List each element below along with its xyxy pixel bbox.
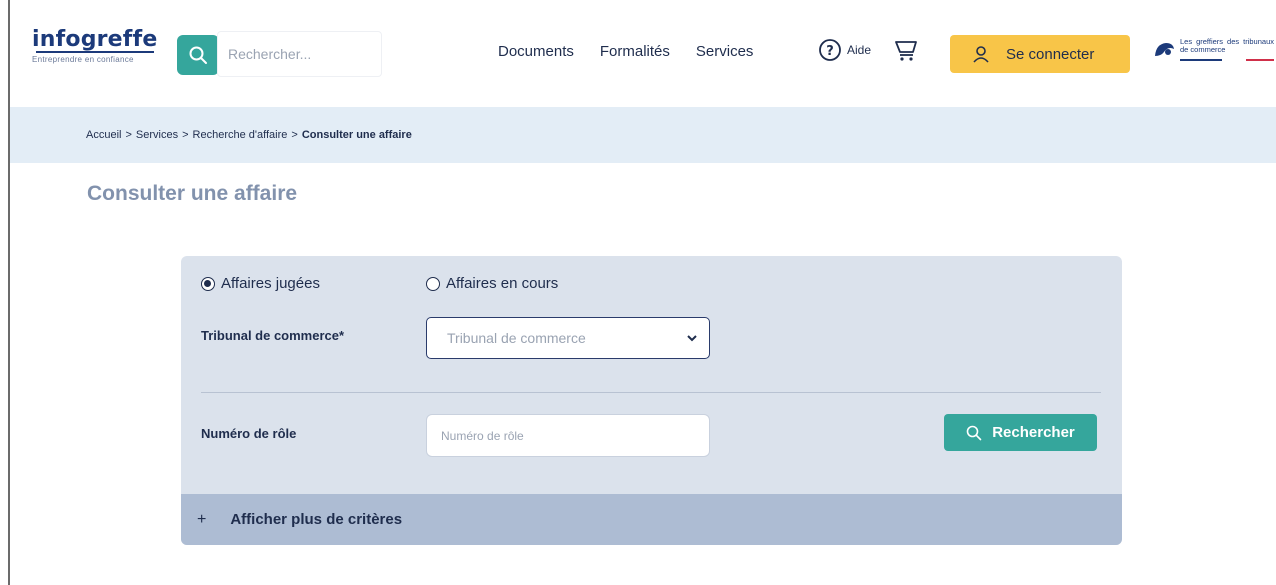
flag-stripe-red (1246, 59, 1274, 61)
tribunal-select[interactable]: Tribunal de commerce (426, 317, 710, 359)
help-label: Aide (847, 43, 872, 57)
rechercher-label: Rechercher (992, 424, 1075, 441)
radio-affaires-jugees[interactable]: Affaires jugées (201, 275, 320, 292)
search-form-card: Affaires jugées Affaires en cours Tribun… (181, 256, 1122, 545)
rechercher-button[interactable]: Rechercher (944, 414, 1097, 451)
cart-icon (895, 41, 917, 61)
infogreffe-logo[interactable]: infogreffe Entreprendre en confiance (32, 28, 182, 78)
radio-button-unchecked[interactable] (426, 276, 440, 291)
login-label: Se connecter (1006, 45, 1095, 63)
nav-services[interactable]: Services (696, 43, 754, 60)
flag-stripe-blue (1180, 59, 1222, 61)
numero-label: Numéro de rôle (201, 426, 297, 441)
header-search-input[interactable]: Rechercher... (217, 31, 382, 77)
logo-tagline: Entreprendre en confiance (32, 55, 134, 64)
greffiers-logo[interactable]: Les greffiers des tribunaux de commerce (1152, 37, 1274, 66)
breadcrumb-separator: > (291, 129, 298, 141)
login-button[interactable]: Se connecter (950, 35, 1130, 73)
numero-role-input[interactable]: Numéro de rôle (426, 414, 710, 457)
form-divider (201, 392, 1101, 393)
nav-documents[interactable]: Documents (498, 43, 574, 60)
breadcrumb-recherche[interactable]: Recherche d'affaire (193, 129, 288, 141)
page-title: Consulter une affaire (87, 182, 298, 205)
site-header: infogreffe Entreprendre en confiance Rec… (10, 0, 1276, 107)
search-icon (189, 46, 207, 64)
help-link[interactable]: ? Aide (818, 38, 871, 62)
breadcrumb-services[interactable]: Services (136, 129, 178, 141)
radio-label: Affaires jugées (221, 275, 320, 292)
more-criteria-toggle[interactable]: + Afficher plus de critères (181, 494, 1122, 545)
main-nav: Documents Formalités Services (498, 43, 753, 60)
breadcrumb-current: Consulter une affaire (301, 129, 412, 141)
more-criteria-label: Afficher plus de critères (230, 511, 403, 528)
radio-affaires-en-cours[interactable]: Affaires en cours (426, 275, 558, 292)
radio-button-checked[interactable] (201, 276, 215, 291)
chevron-down-icon (687, 335, 697, 342)
logo-title: infogreffe (32, 27, 158, 52)
tribunal-placeholder: Tribunal de commerce (447, 330, 586, 346)
search-placeholder: Rechercher... (228, 46, 312, 62)
logo-underline (36, 51, 154, 53)
breadcrumb-separator: > (182, 129, 189, 141)
tribunal-label: Tribunal de commerce* (201, 328, 345, 343)
breadcrumb-bar: Accueil > Services > Recherche d'affaire… (10, 107, 1276, 163)
breadcrumb-accueil[interactable]: Accueil (86, 129, 121, 141)
nav-formalites[interactable]: Formalités (600, 43, 670, 60)
help-icon: ? (819, 39, 841, 61)
svg-text:?: ? (826, 44, 834, 59)
cart-button[interactable] (894, 37, 920, 68)
search-icon (966, 425, 982, 440)
numero-placeholder: Numéro de rôle (441, 428, 524, 443)
plus-icon: + (197, 510, 207, 528)
breadcrumb-separator: > (125, 129, 132, 141)
radio-label: Affaires en cours (446, 275, 559, 292)
greffiers-text: Les greffiers des tribunaux de commerce (1180, 37, 1274, 54)
greffiers-emblem-icon (1155, 43, 1174, 56)
header-search-button[interactable] (177, 35, 219, 75)
breadcrumb: Accueil > Services > Recherche d'affaire… (86, 129, 412, 141)
user-icon (973, 46, 989, 63)
